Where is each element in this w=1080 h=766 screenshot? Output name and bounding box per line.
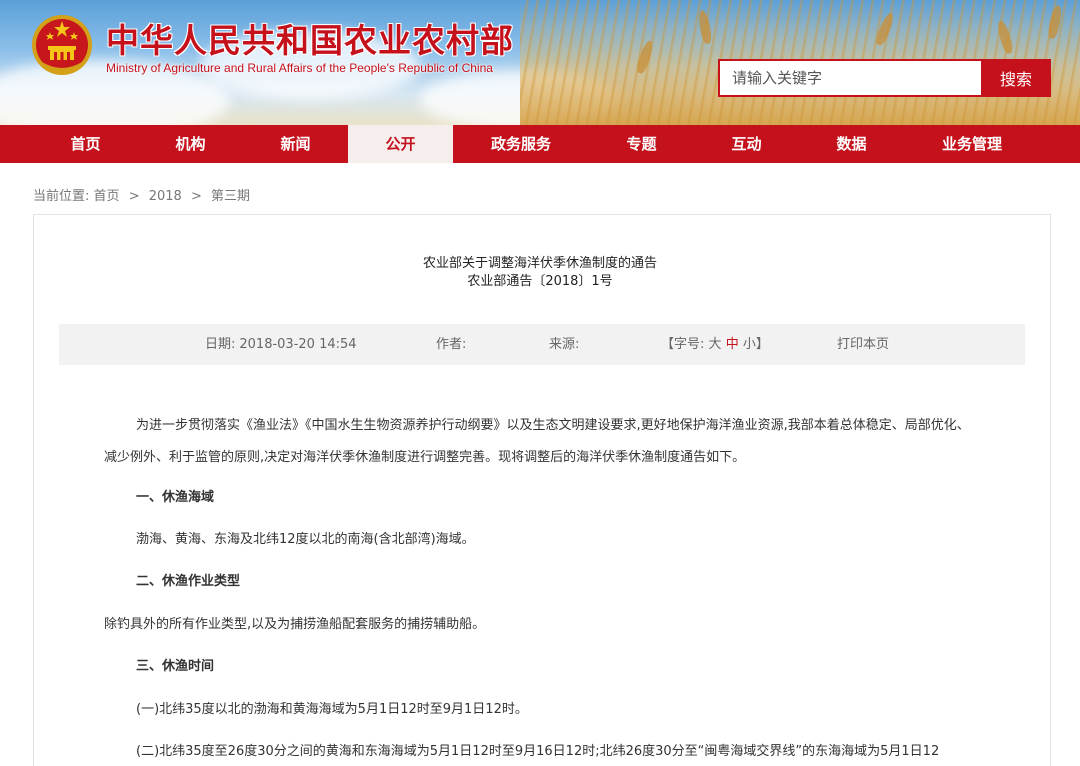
section-body-type: 除钓具外的所有作业类型,以及为捕捞渔船配套服务的捕捞辅助船。 — [104, 617, 486, 632]
nav-item-public[interactable]: 公开 — [348, 125, 453, 163]
section-body-time-2: (二)北纬35度至26度30分之间的黄海和东海海域为5月1日12时至9月16日1… — [136, 744, 940, 759]
nav-item-topics[interactable]: 专题 — [589, 125, 694, 163]
meta-author-label: 作者: — [436, 337, 467, 352]
article-title: 农业部关于调整海洋伏季休渔制度的通告 — [422, 256, 657, 271]
article-meta-bar: 日期: 2018-03-20 14:54 作者: 来源: 【字号: 大 中 小】 … — [59, 324, 1025, 365]
font-size-medium-link[interactable]: 中 — [726, 337, 739, 352]
font-size-label-open: 【字号: — [661, 337, 705, 352]
breadcrumb-separator: > — [128, 189, 140, 204]
section-heading-type: 二、休渔作业类型 — [136, 574, 241, 589]
nav-item-business-management[interactable]: 业务管理 — [904, 125, 1040, 163]
meta-author: 作者: — [436, 324, 466, 365]
meta-date: 日期: 2018-03-20 14:54 — [205, 324, 357, 365]
meta-source-label: 来源: — [549, 337, 580, 352]
nav-item-home[interactable]: 首页 — [33, 125, 138, 163]
breadcrumb-prefix: 当前位置: — [33, 189, 90, 204]
search-button[interactable]: 搜索 — [981, 59, 1051, 97]
font-size-label-close: 】 — [755, 337, 769, 352]
breadcrumb: 当前位置: 首页 > 2018 > 第三期 — [33, 185, 250, 204]
section-body-time-1: (一)北纬35度以北的渤海和黄海海域为5月1日12时至9月1日12时。 — [136, 702, 528, 717]
section-body-area: 渤海、黄海、东海及北纬12度以北的南海(含北部湾)海域。 — [136, 532, 475, 547]
national-emblem-icon — [32, 15, 92, 75]
print-page-link[interactable]: 打印本页 — [837, 324, 889, 365]
nav-item-interaction[interactable]: 互动 — [694, 125, 799, 163]
nav-item-government-services[interactable]: 政务服务 — [453, 125, 589, 163]
site-subtitle: Ministry of Agriculture and Rural Affair… — [106, 61, 493, 75]
section-heading-area: 一、休渔海域 — [136, 490, 215, 505]
breadcrumb-item-issue[interactable]: 第三期 — [211, 189, 250, 204]
nav-item-organization[interactable]: 机构 — [138, 125, 243, 163]
breadcrumb-item-year[interactable]: 2018 — [149, 189, 182, 204]
meta-date-label: 日期: — [205, 337, 236, 352]
section-heading-time: 三、休渔时间 — [136, 659, 215, 674]
nav-item-news[interactable]: 新闻 — [243, 125, 348, 163]
breadcrumb-item-home[interactable]: 首页 — [94, 189, 120, 204]
main-nav: 首页 机构 新闻 公开 政务服务 专题 互动 数据 业务管理 — [0, 125, 1080, 163]
nav-item-data[interactable]: 数据 — [799, 125, 904, 163]
font-size-small-link[interactable]: 小 — [743, 337, 756, 352]
meta-date-value: 2018-03-20 14:54 — [239, 337, 357, 352]
breadcrumb-separator: > — [190, 189, 202, 204]
meta-font-size: 【字号: 大 中 小】 — [661, 324, 769, 365]
search-input[interactable] — [718, 59, 983, 97]
article-doc-number: 农业部通告〔2018〕1号 — [467, 274, 613, 289]
meta-source: 来源: — [549, 324, 579, 365]
font-size-large-link[interactable]: 大 — [709, 337, 722, 352]
site-title: 中华人民共和国农业农村部 — [106, 21, 514, 60]
article-intro-paragraph: 为进一步贯彻落实《渔业法》《中国水生生物资源养护行动纲要》以及生态文明建设要求,… — [104, 418, 970, 465]
